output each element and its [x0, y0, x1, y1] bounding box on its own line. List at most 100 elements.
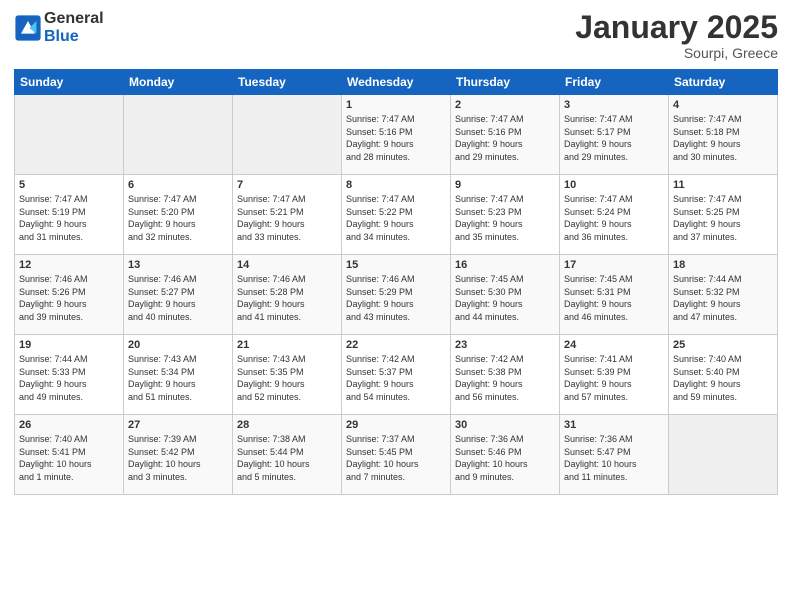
day-info: Sunrise: 7:40 AM Sunset: 5:41 PM Dayligh… — [19, 433, 119, 483]
day-number: 23 — [455, 339, 555, 351]
day-number: 3 — [564, 99, 664, 111]
calendar-week-1: 1 Sunrise: 7:47 AM Sunset: 5:16 PM Daylig… — [15, 95, 778, 175]
calendar-cell-w4-d6: 24 Sunrise: 7:41 AM Sunset: 5:39 PM Dayli… — [560, 335, 669, 415]
calendar-cell-w3-d3: 14 Sunrise: 7:46 AM Sunset: 5:28 PM Dayli… — [233, 255, 342, 335]
day-info: Sunrise: 7:36 AM Sunset: 5:47 PM Dayligh… — [564, 433, 664, 483]
day-info: Sunrise: 7:46 AM Sunset: 5:26 PM Dayligh… — [19, 273, 119, 323]
calendar-cell-w2-d5: 9 Sunrise: 7:47 AM Sunset: 5:23 PM Daylig… — [451, 175, 560, 255]
day-number: 17 — [564, 259, 664, 271]
day-number: 12 — [19, 259, 119, 271]
calendar-cell-w1-d4: 1 Sunrise: 7:47 AM Sunset: 5:16 PM Daylig… — [342, 95, 451, 175]
calendar-week-3: 12 Sunrise: 7:46 AM Sunset: 5:26 PM Dayli… — [15, 255, 778, 335]
day-info: Sunrise: 7:47 AM Sunset: 5:18 PM Dayligh… — [673, 113, 773, 163]
calendar-cell-w4-d3: 21 Sunrise: 7:43 AM Sunset: 5:35 PM Dayli… — [233, 335, 342, 415]
calendar-cell-w3-d2: 13Sunrise: 7:46 AM Sunset: 5:27 PM Dayli… — [124, 255, 233, 335]
calendar-cell-w1-d3 — [233, 95, 342, 175]
location-subtitle: Sourpi, Greece — [575, 45, 778, 61]
col-saturday: Saturday — [669, 70, 778, 95]
col-sunday: Sunday — [15, 70, 124, 95]
calendar-cell-w1-d7: 4 Sunrise: 7:47 AM Sunset: 5:18 PM Daylig… — [669, 95, 778, 175]
calendar-cell-w2-d4: 8Sunrise: 7:47 AM Sunset: 5:22 PM Daylig… — [342, 175, 451, 255]
day-info: Sunrise: 7:47 AM Sunset: 5:20 PM Dayligh… — [128, 193, 228, 243]
day-number: 31 — [564, 419, 664, 431]
month-title: January 2025 — [575, 10, 778, 45]
calendar-cell-w5-d7 — [669, 415, 778, 495]
day-info: Sunrise: 7:47 AM Sunset: 5:16 PM Dayligh… — [346, 113, 446, 163]
day-number: 18 — [673, 259, 773, 271]
title-block: January 2025 Sourpi, Greece — [575, 10, 778, 61]
calendar-cell-w5-d5: 30 Sunrise: 7:36 AM Sunset: 5:46 PM Dayli… — [451, 415, 560, 495]
calendar-cell-w4-d2: 20 Sunrise: 7:43 AM Sunset: 5:34 PM Dayli… — [124, 335, 233, 415]
calendar-cell-w2-d1: 5 Sunrise: 7:47 AM Sunset: 5:19 PM Daylig… — [15, 175, 124, 255]
calendar-table: Sunday Monday Tuesday Wednesday Thursday… — [14, 69, 778, 495]
logo-blue-text: Blue — [44, 28, 104, 46]
day-info: Sunrise: 7:37 AM Sunset: 5:45 PM Dayligh… — [346, 433, 446, 483]
day-number: 14 — [237, 259, 337, 271]
col-friday: Friday — [560, 70, 669, 95]
day-info: Sunrise: 7:44 AM Sunset: 5:33 PM Dayligh… — [19, 353, 119, 403]
day-number: 27 — [128, 419, 228, 431]
calendar-cell-w1-d2 — [124, 95, 233, 175]
calendar-cell-w2-d6: 10Sunrise: 7:47 AM Sunset: 5:24 PM Dayli… — [560, 175, 669, 255]
calendar-cell-w4-d1: 19Sunrise: 7:44 AM Sunset: 5:33 PM Dayli… — [15, 335, 124, 415]
calendar-cell-w3-d5: 16Sunrise: 7:45 AM Sunset: 5:30 PM Dayli… — [451, 255, 560, 335]
calendar-cell-w4-d5: 23 Sunrise: 7:42 AM Sunset: 5:38 PM Dayli… — [451, 335, 560, 415]
day-info: Sunrise: 7:45 AM Sunset: 5:30 PM Dayligh… — [455, 273, 555, 323]
logo-icon — [14, 14, 42, 42]
calendar-cell-w2-d2: 6 Sunrise: 7:47 AM Sunset: 5:20 PM Daylig… — [124, 175, 233, 255]
logo: General Blue — [14, 10, 104, 46]
day-info: Sunrise: 7:47 AM Sunset: 5:19 PM Dayligh… — [19, 193, 119, 243]
day-info: Sunrise: 7:41 AM Sunset: 5:39 PM Dayligh… — [564, 353, 664, 403]
day-number: 2 — [455, 99, 555, 111]
col-tuesday: Tuesday — [233, 70, 342, 95]
day-info: Sunrise: 7:47 AM Sunset: 5:25 PM Dayligh… — [673, 193, 773, 243]
calendar-cell-w5-d6: 31 Sunrise: 7:36 AM Sunset: 5:47 PM Dayli… — [560, 415, 669, 495]
calendar-cell-w2-d7: 11 Sunrise: 7:47 AM Sunset: 5:25 PM Dayli… — [669, 175, 778, 255]
calendar-cell-w5-d2: 27Sunrise: 7:39 AM Sunset: 5:42 PM Dayli… — [124, 415, 233, 495]
day-number: 10 — [564, 179, 664, 191]
col-wednesday: Wednesday — [342, 70, 451, 95]
calendar-cell-w3-d1: 12 Sunrise: 7:46 AM Sunset: 5:26 PM Dayli… — [15, 255, 124, 335]
day-number: 1 — [346, 99, 446, 111]
day-number: 25 — [673, 339, 773, 351]
calendar-cell-w1-d5: 2 Sunrise: 7:47 AM Sunset: 5:16 PM Daylig… — [451, 95, 560, 175]
day-info: Sunrise: 7:46 AM Sunset: 5:29 PM Dayligh… — [346, 273, 446, 323]
calendar-cell-w3-d7: 18 Sunrise: 7:44 AM Sunset: 5:32 PM Dayli… — [669, 255, 778, 335]
day-info: Sunrise: 7:47 AM Sunset: 5:16 PM Dayligh… — [455, 113, 555, 163]
calendar-cell-w2-d3: 7Sunrise: 7:47 AM Sunset: 5:21 PM Daylig… — [233, 175, 342, 255]
day-number: 15 — [346, 259, 446, 271]
day-info: Sunrise: 7:46 AM Sunset: 5:28 PM Dayligh… — [237, 273, 337, 323]
day-number: 21 — [237, 339, 337, 351]
calendar-cell-w5-d3: 28 Sunrise: 7:38 AM Sunset: 5:44 PM Dayli… — [233, 415, 342, 495]
day-info: Sunrise: 7:46 AM Sunset: 5:27 PM Dayligh… — [128, 273, 228, 323]
calendar-cell-w3-d6: 17Sunrise: 7:45 AM Sunset: 5:31 PM Dayli… — [560, 255, 669, 335]
calendar-cell-w4-d4: 22Sunrise: 7:42 AM Sunset: 5:37 PM Dayli… — [342, 335, 451, 415]
calendar-cell-w1-d6: 3Sunrise: 7:47 AM Sunset: 5:17 PM Daylig… — [560, 95, 669, 175]
calendar-week-4: 19Sunrise: 7:44 AM Sunset: 5:33 PM Dayli… — [15, 335, 778, 415]
day-info: Sunrise: 7:47 AM Sunset: 5:23 PM Dayligh… — [455, 193, 555, 243]
day-info: Sunrise: 7:44 AM Sunset: 5:32 PM Dayligh… — [673, 273, 773, 323]
day-number: 30 — [455, 419, 555, 431]
day-number: 24 — [564, 339, 664, 351]
day-number: 20 — [128, 339, 228, 351]
day-info: Sunrise: 7:47 AM Sunset: 5:21 PM Dayligh… — [237, 193, 337, 243]
calendar-week-5: 26Sunrise: 7:40 AM Sunset: 5:41 PM Dayli… — [15, 415, 778, 495]
day-info: Sunrise: 7:43 AM Sunset: 5:35 PM Dayligh… — [237, 353, 337, 403]
day-number: 4 — [673, 99, 773, 111]
day-number: 5 — [19, 179, 119, 191]
day-number: 9 — [455, 179, 555, 191]
day-info: Sunrise: 7:38 AM Sunset: 5:44 PM Dayligh… — [237, 433, 337, 483]
day-number: 6 — [128, 179, 228, 191]
day-info: Sunrise: 7:36 AM Sunset: 5:46 PM Dayligh… — [455, 433, 555, 483]
day-info: Sunrise: 7:42 AM Sunset: 5:38 PM Dayligh… — [455, 353, 555, 403]
day-info: Sunrise: 7:40 AM Sunset: 5:40 PM Dayligh… — [673, 353, 773, 403]
day-info: Sunrise: 7:43 AM Sunset: 5:34 PM Dayligh… — [128, 353, 228, 403]
day-number: 11 — [673, 179, 773, 191]
calendar-week-2: 5 Sunrise: 7:47 AM Sunset: 5:19 PM Daylig… — [15, 175, 778, 255]
calendar-cell-w3-d4: 15 Sunrise: 7:46 AM Sunset: 5:29 PM Dayli… — [342, 255, 451, 335]
day-number: 22 — [346, 339, 446, 351]
col-thursday: Thursday — [451, 70, 560, 95]
page-header: General Blue January 2025 Sourpi, Greece — [14, 10, 778, 61]
page-container: General Blue January 2025 Sourpi, Greece… — [0, 0, 792, 612]
day-number: 28 — [237, 419, 337, 431]
